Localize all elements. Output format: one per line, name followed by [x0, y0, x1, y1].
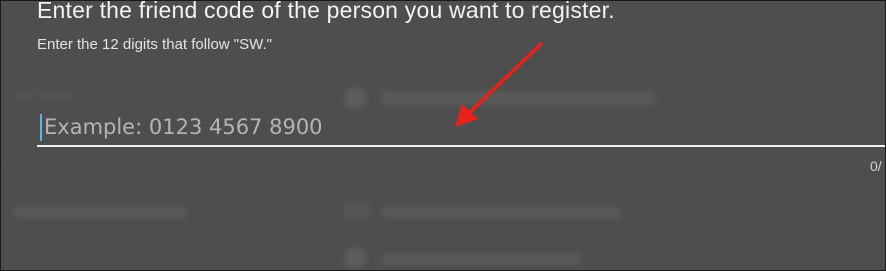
input-underline: [37, 145, 885, 147]
character-counter: 0/: [870, 158, 882, 174]
text-cursor: [40, 114, 42, 141]
dialog-title: Enter the friend code of the person you …: [37, 0, 615, 23]
dialog-subtitle: Enter the 12 digits that follow "SW.": [37, 36, 272, 53]
friend-code-input[interactable]: [44, 112, 844, 142]
friend-code-input-container[interactable]: [37, 105, 885, 149]
screenshot-frame: ━━ ━━━━ Enter the friend code of the per…: [0, 0, 886, 271]
